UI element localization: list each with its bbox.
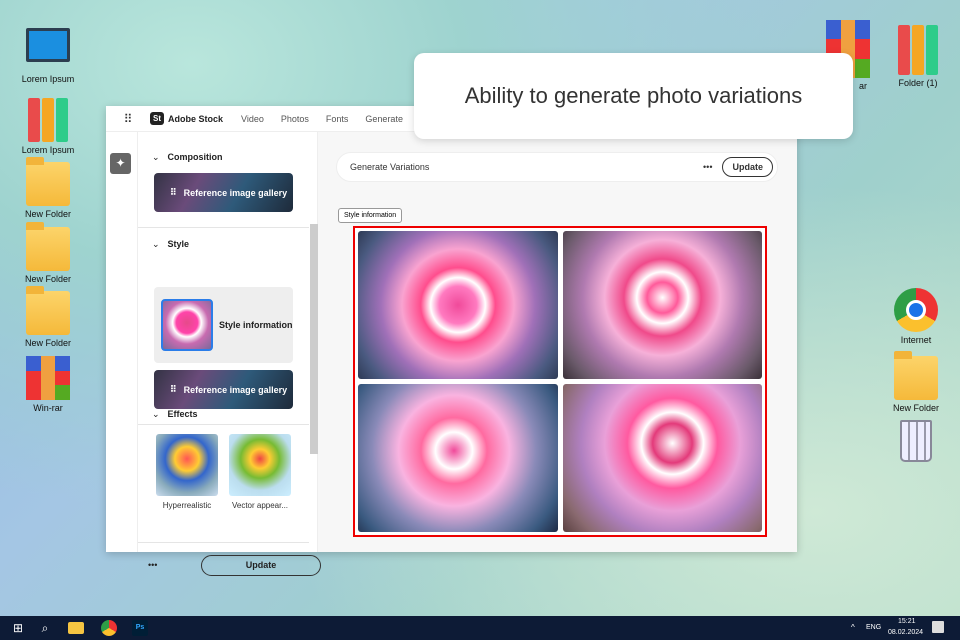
- icon-label: Lorem Ipsum: [21, 145, 75, 155]
- folder-icon: [26, 286, 70, 335]
- style-header[interactable]: ⌄ Style: [152, 239, 189, 250]
- section-title: Effects: [167, 409, 198, 419]
- language-indicator[interactable]: ENG: [866, 624, 881, 631]
- chevron-down-icon: ⌄: [152, 409, 160, 419]
- desktop-icon-folder[interactable]: New Folder: [13, 286, 83, 348]
- adobe-stock-logo[interactable]: St: [150, 112, 164, 125]
- binders-icon: [896, 25, 940, 75]
- section-title: Composition: [167, 152, 223, 162]
- effect-label: Vector appear...: [231, 501, 289, 510]
- effects-header[interactable]: ⌄ Effects: [152, 409, 198, 420]
- style-reference-card[interactable]: Style information: [154, 287, 293, 363]
- taskbar: ⊞ ⌕ Ps ^ ENG 15:21 08.02.2024: [0, 616, 960, 640]
- effect-thumbnail: [156, 434, 218, 496]
- effect-vector[interactable]: Vector appear...: [229, 434, 291, 510]
- style-information-tag[interactable]: Style information: [338, 208, 403, 223]
- chevron-up-icon[interactable]: ^: [851, 623, 855, 632]
- computer-icon: [26, 28, 70, 62]
- brand-name[interactable]: Adobe Stock: [168, 114, 223, 124]
- icon-label: Internet: [900, 335, 932, 345]
- adobe-stock-window: ⠿ St Adobe Stock Video Photos Fonts Gene…: [106, 106, 797, 576]
- effect-label: Hyperrealistic: [162, 501, 212, 510]
- search-icon[interactable]: ⌕: [37, 620, 53, 636]
- reference-gallery-button[interactable]: ⠿ Reference image gallery: [154, 370, 293, 409]
- button-label: Reference image gallery: [183, 187, 288, 198]
- variation-image[interactable]: [358, 231, 558, 379]
- chevron-down-icon: ⌄: [152, 239, 160, 249]
- photoshop-icon[interactable]: Ps: [132, 620, 148, 636]
- icon-label: New Folder: [24, 209, 71, 219]
- desktop-icon-internet[interactable]: Internet: [881, 288, 951, 345]
- file-explorer-icon[interactable]: [68, 622, 84, 634]
- variation-image[interactable]: [562, 384, 762, 532]
- recycle-bin-icon: [900, 420, 932, 462]
- variation-image[interactable]: [358, 384, 558, 532]
- nav-photos[interactable]: Photos: [281, 114, 309, 124]
- settings-panel: ⌄ Composition ⠿ Reference image gallery ⌄ S…: [138, 132, 321, 576]
- prompt-bar: Generate Variations ••• Update: [336, 152, 778, 182]
- nav-video[interactable]: Video: [241, 114, 264, 124]
- desktop-icon-folder[interactable]: New Folder: [13, 157, 83, 219]
- composition-header[interactable]: ⌄ Composition: [152, 152, 223, 163]
- desktop-icon-folder[interactable]: New Folder: [881, 351, 951, 413]
- icon-label: Win-rar: [33, 403, 63, 413]
- clock-date[interactable]: 08.02.2024: [888, 629, 923, 636]
- clock-time[interactable]: 15:21: [898, 618, 916, 625]
- panel-update-button[interactable]: Update: [201, 555, 321, 576]
- grid-icon: ⠿: [170, 384, 177, 394]
- desktop-icon-folder[interactable]: New Folder: [13, 222, 83, 284]
- chrome-icon: [894, 288, 938, 332]
- generated-variations-grid: [353, 226, 767, 537]
- button-label: Reference image gallery: [183, 384, 288, 395]
- folder-icon: [894, 351, 938, 400]
- style-label: Style information: [219, 320, 293, 330]
- icon-label: New Folder: [892, 403, 939, 413]
- effect-thumbnail: [229, 434, 291, 496]
- section-title: Style: [167, 239, 190, 249]
- grid-icon: ⠿: [170, 187, 177, 197]
- results-area: Generate Variations ••• Update Style inf…: [318, 132, 797, 552]
- style-thumbnail: [161, 299, 213, 351]
- desktop-icon-folder-1[interactable]: Folder (1): [883, 25, 953, 88]
- folder-icon: [26, 157, 70, 206]
- panel-scrollbar[interactable]: [310, 224, 318, 454]
- nav-generate[interactable]: Generate: [365, 114, 403, 124]
- binders-icon: [26, 98, 70, 142]
- desktop-icon-binders[interactable]: Lorem Ipsum: [13, 98, 83, 155]
- nav-fonts[interactable]: Fonts: [326, 114, 349, 124]
- variation-image[interactable]: [562, 231, 762, 379]
- desktop-icon-recycle-bin[interactable]: [881, 420, 951, 465]
- icon-label: New Folder: [24, 338, 71, 348]
- notification-icon[interactable]: [932, 621, 944, 633]
- feature-callout: Ability to generate photo variations: [414, 53, 853, 139]
- effect-hyperrealistic[interactable]: Hyperrealistic: [156, 434, 218, 510]
- winrar-icon: [26, 356, 70, 400]
- icon-label: New Folder: [24, 274, 71, 284]
- reference-gallery-button[interactable]: ⠿ Reference image gallery: [154, 173, 293, 212]
- icon-label: Folder (1): [898, 78, 938, 88]
- more-options-button[interactable]: •••: [703, 162, 712, 172]
- desktop-icon-computer[interactable]: Lorem Ipsum: [13, 28, 83, 84]
- desktop-icon-winrar[interactable]: Win-rar: [13, 356, 83, 413]
- icon-label: Lorem Ipsum: [21, 74, 75, 84]
- prompt-input[interactable]: Generate Variations: [350, 162, 429, 172]
- update-button[interactable]: Update: [722, 157, 773, 177]
- more-options-button[interactable]: •••: [148, 560, 157, 570]
- magic-wand-icon[interactable]: ✦: [110, 153, 131, 174]
- folder-icon: [26, 222, 70, 271]
- chevron-down-icon: ⌄: [152, 152, 160, 162]
- icon-label: ar: [858, 81, 867, 91]
- apps-grid-icon[interactable]: ⠿: [106, 112, 150, 126]
- windows-start-icon[interactable]: ⊞: [10, 620, 26, 636]
- chrome-taskbar-icon[interactable]: [101, 620, 117, 636]
- tool-rail: ✦: [106, 132, 138, 552]
